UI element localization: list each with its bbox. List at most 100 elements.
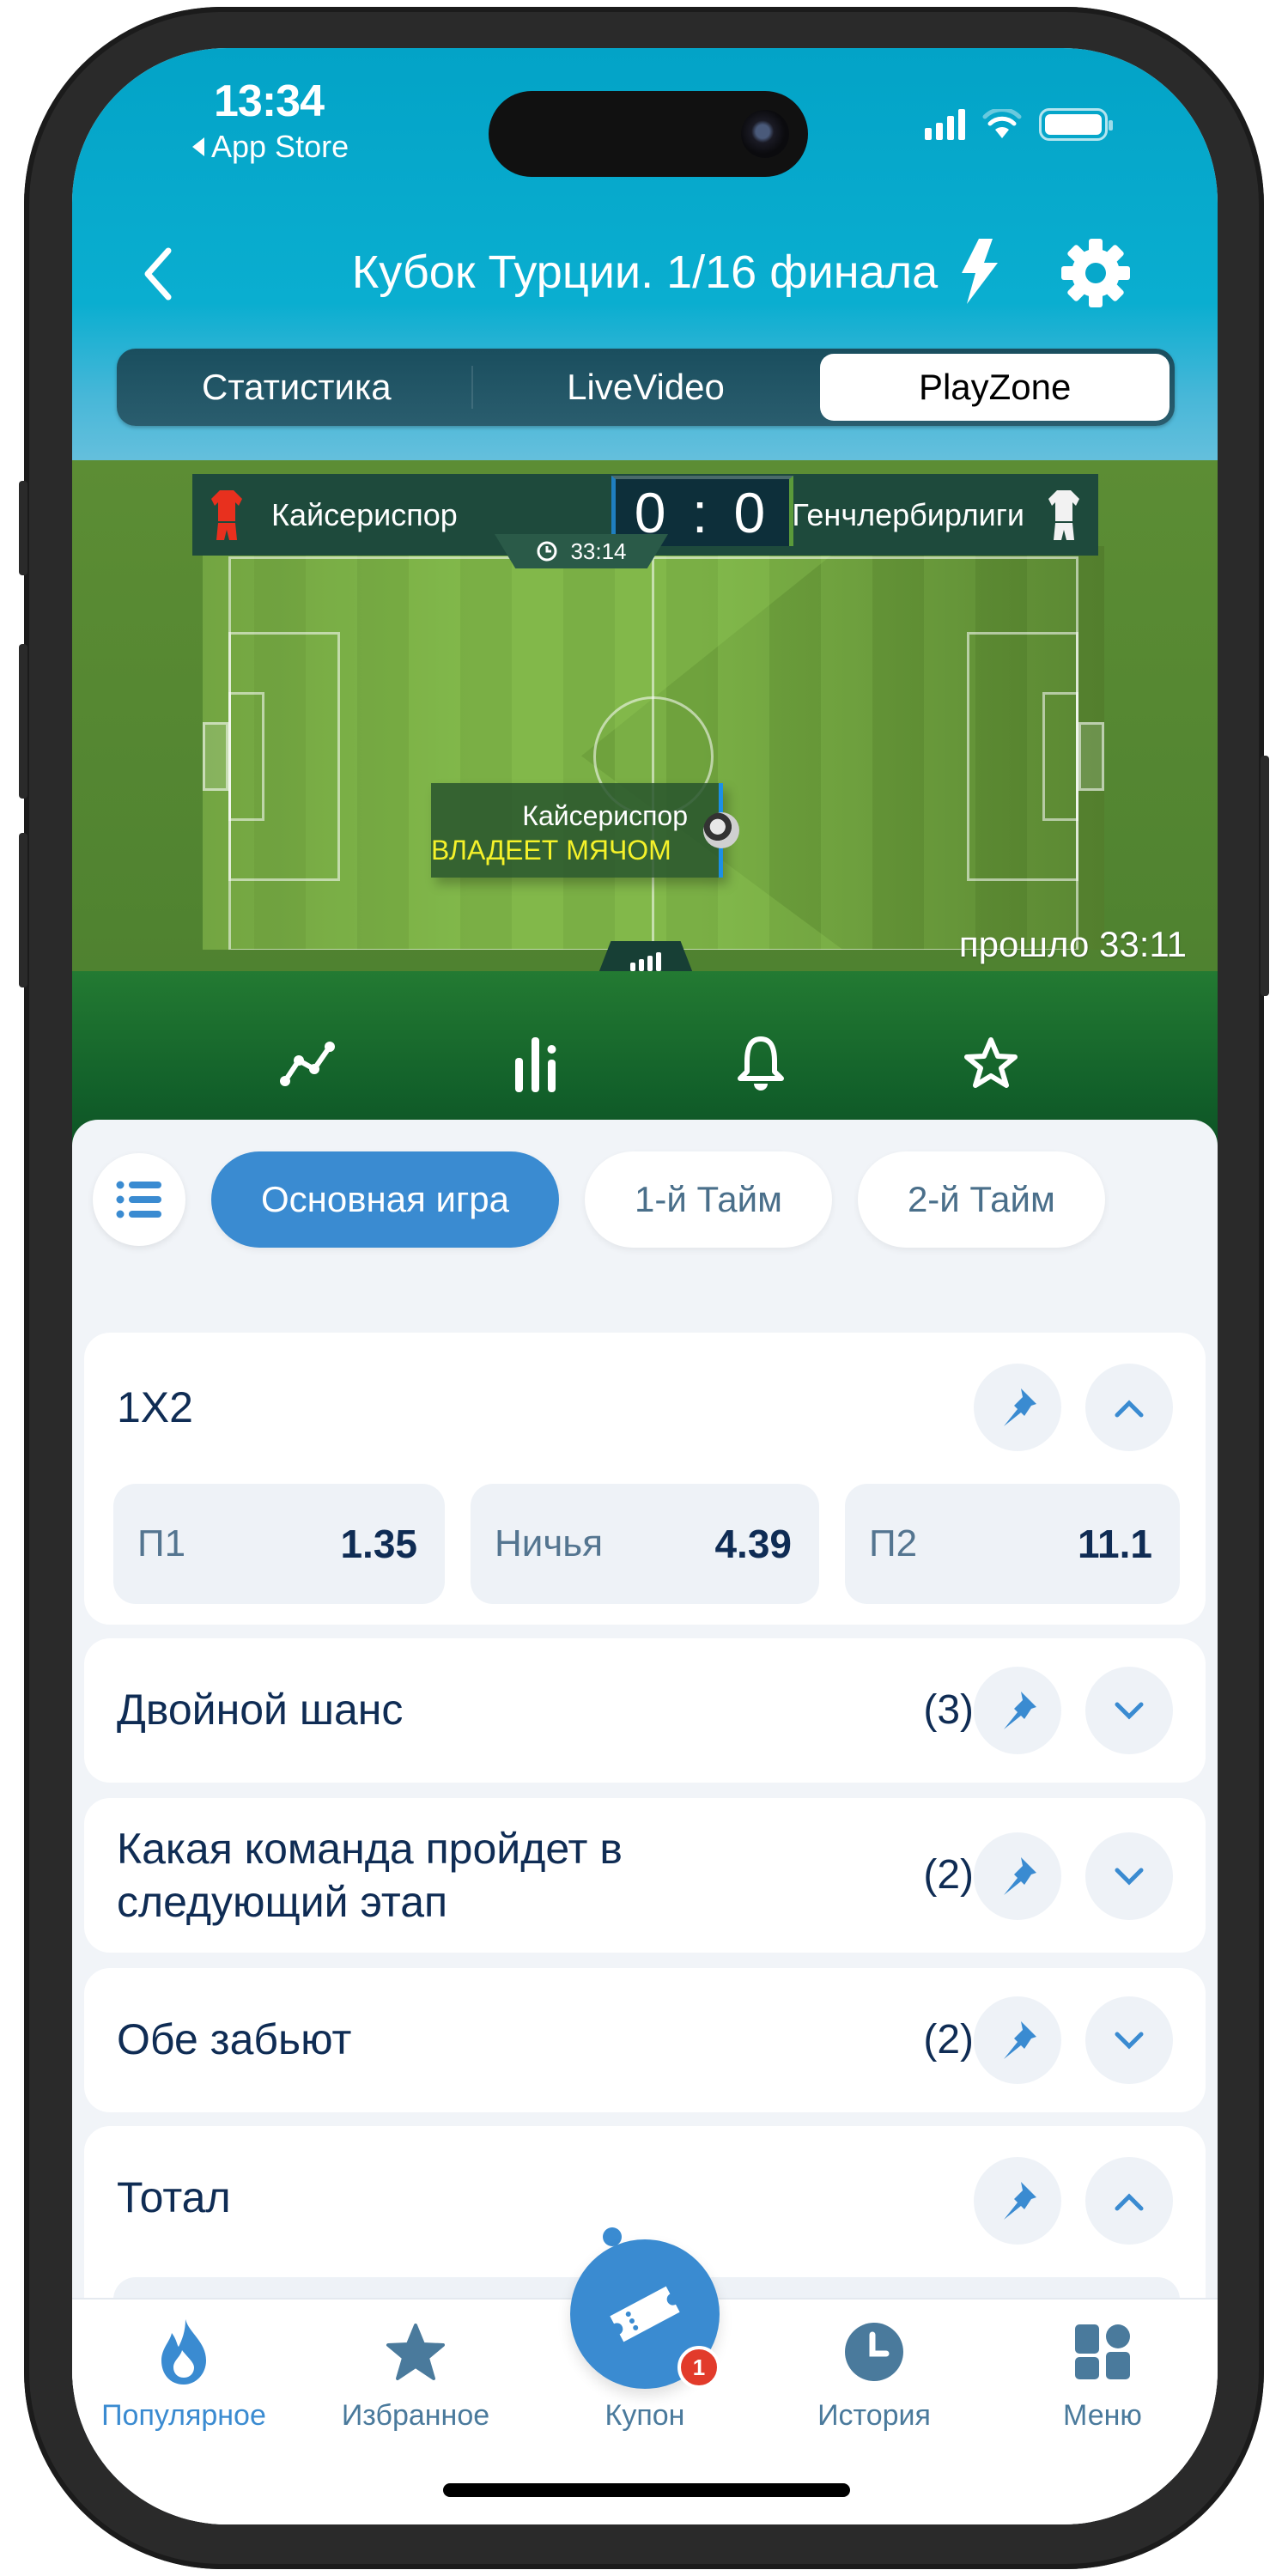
filter-main-game[interactable]: Основная игра [211,1151,559,1248]
odd-button-draw[interactable]: Ничья 4.39 [471,1484,819,1604]
pin-button[interactable] [974,1832,1061,1920]
app-header: Кубок Турции. 1/16 финала [72,228,1218,314]
nav-history[interactable]: История [762,2317,986,2433]
market-title: 1X2 [117,1383,193,1431]
notifications-button[interactable] [726,1030,795,1098]
status-time: 13:34 [214,76,325,126]
collapse-button[interactable] [1085,1364,1173,1451]
market-title: Двойной шанс [117,1686,404,1734]
bell-icon [738,1036,784,1091]
page-title: Кубок Турции. 1/16 финала [351,246,939,298]
market-card-both-score[interactable]: Обе забьют (2) [84,1968,1206,2112]
clock-icon [845,2323,903,2381]
odd-value: 1.35 [340,1522,417,1566]
favorite-button[interactable] [957,1030,1025,1098]
ball-icon [703,812,739,848]
odd-button-p2[interactable]: П2 11.1 [845,1484,1180,1604]
quick-bet-button[interactable] [948,237,1008,306]
clock-icon [537,541,557,562]
ticket-icon [610,2286,680,2342]
home-team: Кайсериспор [210,474,458,556]
expand-button[interactable] [1085,1996,1173,2084]
nav-label: Избранное [341,2399,490,2432]
nav-menu[interactable]: Меню [991,2317,1214,2433]
flame-icon [161,2319,206,2385]
star-outline-icon [964,1037,1018,1088]
coupon-count-badge: 1 [677,2346,720,2389]
bar-stats-icon [515,1037,556,1092]
possession-state: ВЛАДЕЕТ МЯЧОМ [431,835,671,866]
tab-statistics[interactable]: Статистика [122,354,471,421]
nav-label: История [817,2399,931,2432]
wifi-icon [982,109,1022,138]
market-card-next-stage[interactable]: Какая команда пройдет в следующий этап (… [84,1798,1206,1953]
chevron-down-icon [1115,2032,1144,2050]
odd-button-p1[interactable]: П1 1.35 [113,1484,445,1604]
match-clock-value: 33:14 [570,538,627,564]
list-icon [116,1181,161,1218]
nav-popular[interactable]: Популярное [72,2317,295,2433]
gear-icon [1061,239,1130,307]
market-title: Тотал [117,2173,231,2221]
market-card-1x2: 1X2 П1 1.35 Ничья 4.39 П2 11.1 [84,1333,1206,1625]
signal-icon [925,109,965,140]
filter-first-half[interactable]: 1-й Тайм [585,1151,832,1248]
nav-label: Популярное [101,2399,266,2432]
volume-up-button [19,644,27,799]
power-button [1261,756,1269,996]
market-title: Обе забьют [117,2015,352,2063]
chevron-down-icon [1115,1702,1144,1720]
home-team-name: Кайсериспор [271,496,458,532]
lightning-icon [962,239,998,304]
pin-button[interactable] [974,2157,1061,2245]
filter-second-half[interactable]: 2-й Тайм [857,1151,1105,1248]
back-app-label: App Store [211,129,349,164]
elapsed-time: прошло 33:11 [958,924,1187,964]
settings-button[interactable] [1060,237,1132,309]
away-team: Генчлербирлиги [792,474,1081,556]
possession-team: Кайсериспор [522,800,688,831]
screen: 13:34 App Store Кубок Турции. 1/16 финал… [72,48,1218,2524]
statistics-button[interactable] [501,1030,570,1098]
odd-label: П2 [869,1522,918,1564]
filters-menu-button[interactable] [93,1153,185,1246]
odd-label: П1 [137,1522,186,1564]
pin-icon [1004,1388,1036,1426]
timeline-button[interactable] [274,1030,343,1098]
star-icon [386,2324,445,2380]
back-to-app-link[interactable]: App Store [192,129,349,165]
market-count: (2) [923,2017,974,2063]
battery-icon [1039,108,1113,141]
tab-livevideo[interactable]: LiveVideo [471,354,821,421]
nav-favorites[interactable]: Избранное [304,2317,527,2433]
pin-button[interactable] [974,1996,1061,2084]
pin-button[interactable] [974,1667,1061,1754]
tab-playzone[interactable]: PlayZone [820,354,1170,421]
market-count: (2) [923,1852,974,1898]
pin-button[interactable] [974,1364,1061,1451]
dynamic-island [489,91,808,177]
away-kit-icon [1048,489,1079,540]
chart-line-icon [280,1042,335,1086]
back-triangle-icon [192,137,204,156]
pin-icon [1004,2021,1036,2059]
chevron-up-icon [1115,1400,1144,1418]
volume-down-button [19,833,27,987]
grid-icon [1075,2324,1130,2379]
expand-button[interactable] [1085,1667,1173,1754]
football-pitch [203,546,1104,950]
expand-button[interactable] [1085,1832,1173,1920]
market-title: Какая команда пройдет в следующий этап [117,1825,623,1926]
collapse-button[interactable] [1085,2157,1173,2245]
market-card-double-chance[interactable]: Двойной шанс (3) [84,1638,1206,1783]
nav-label: Меню [1063,2399,1142,2432]
home-indicator[interactable] [443,2483,850,2497]
side-button [19,481,27,575]
pin-icon [1004,1692,1036,1729]
chevron-up-icon [1115,2193,1144,2211]
away-team-name: Генчлербирлиги [792,496,1024,532]
possession-banner: Кайсериспор ВЛАДЕЕТ МЯЧОМ [431,783,723,878]
match-clock: 33:14 [495,534,668,568]
chevron-down-icon [1115,1868,1144,1886]
pin-icon [1004,2182,1036,2220]
